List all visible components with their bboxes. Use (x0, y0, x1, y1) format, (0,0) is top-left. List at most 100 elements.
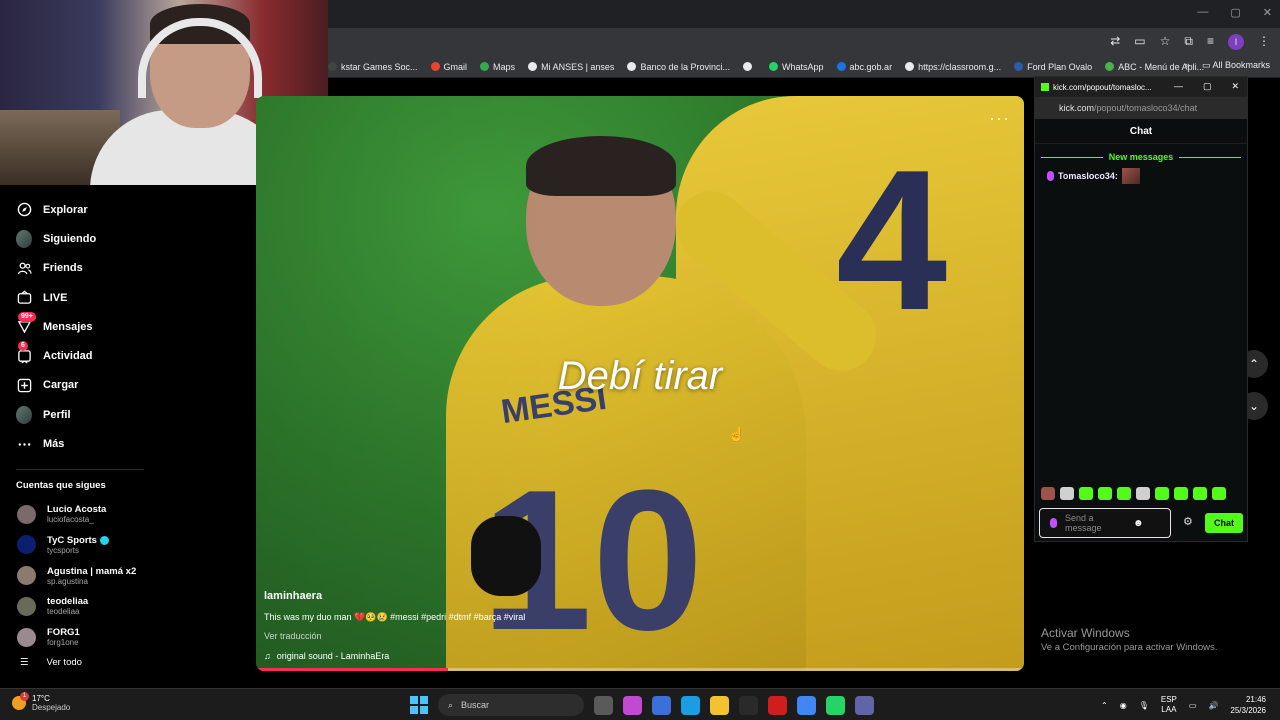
bookmark-item[interactable]: Banco de la Provinci... (627, 62, 730, 72)
more-options-icon[interactable]: ··· (989, 108, 1010, 129)
emote-icon[interactable] (1193, 487, 1207, 500)
maximize-icon[interactable]: ▢ (1230, 6, 1240, 19)
more-bookmarks-icon[interactable]: » (1185, 60, 1190, 71)
display-icon[interactable]: ▭ (1189, 701, 1197, 710)
kick-window-titlebar: kick.com/popout/tomasloc... — ▢ ✕ (1035, 77, 1247, 97)
taskbar-app-icon[interactable] (768, 695, 787, 715)
media-icon[interactable]: ≡ (1207, 34, 1214, 50)
translate-icon[interactable]: ⇄ (1110, 34, 1120, 50)
taskbar-search[interactable]: ⌕ Buscar (438, 694, 584, 716)
taskbar-app-icon[interactable] (710, 695, 729, 715)
sidebar-item-siguiendo[interactable]: Siguiendo (0, 224, 256, 253)
clock[interactable]: 21:46 25/3/2026 (1230, 694, 1266, 716)
taskbar-app-icon[interactable] (594, 695, 613, 715)
chat-settings-gear-icon[interactable]: ⚙ (1183, 515, 1193, 528)
emote-icon[interactable] (1136, 487, 1150, 500)
video-author[interactable]: laminhaera (264, 590, 764, 602)
emote-icon[interactable] (1079, 487, 1093, 500)
taskbar-app-icon[interactable] (623, 695, 642, 715)
close-icon[interactable]: ✕ (1263, 6, 1272, 19)
emote-icon[interactable] (1041, 487, 1055, 500)
menu-icon[interactable]: ⋮ (1258, 34, 1270, 50)
sidebar-item-ms[interactable]: Más (0, 429, 256, 458)
all-bookmarks-label: All Bookmarks (1212, 60, 1270, 70)
emote-icon[interactable] (1174, 487, 1188, 500)
sidebar-item-live[interactable]: LIVE (0, 283, 256, 312)
emote-icon[interactable] (1155, 487, 1169, 500)
bookmark-favicon-icon (905, 62, 915, 71)
sidebar-item-label: Perfil (43, 408, 71, 421)
cast-icon[interactable]: ▭ (1134, 34, 1145, 50)
sidebar-item-friends[interactable]: Friends (0, 254, 256, 283)
minimize-icon[interactable]: — (1174, 81, 1183, 92)
sidebar-item-actividad[interactable]: 6 Actividad (0, 341, 256, 370)
minimize-icon[interactable]: — (1197, 6, 1208, 19)
bookmark-item[interactable]: WhatsApp (769, 62, 824, 72)
bookmark-item[interactable]: Maps (480, 62, 515, 72)
sidebar-item-cargar[interactable]: Cargar (0, 371, 256, 400)
following-item[interactable]: FORG1 forg1one (0, 622, 256, 653)
translate-link[interactable]: Ver traducción (264, 631, 764, 641)
taskbar-app-icon[interactable] (826, 695, 845, 715)
emote-icon[interactable] (1060, 487, 1074, 500)
network-app-icon[interactable]: ◉ (1120, 701, 1127, 710)
sidebar-item-mensajes[interactable]: 99+ Mensajes (0, 311, 256, 341)
sidebar-item-perfil[interactable]: Perfil (0, 400, 256, 429)
bookmark-item[interactable]: Mi ANSES | anses (528, 62, 614, 72)
chevron-up-icon[interactable]: ⌃ (1101, 701, 1108, 710)
emote-icon[interactable] (1117, 487, 1131, 500)
volume-icon[interactable]: 🔊 (1208, 701, 1218, 710)
emote-icon[interactable] (1212, 487, 1226, 500)
following-item[interactable]: teodeliaa teodeliaa (0, 591, 256, 622)
language-indicator[interactable]: ESP LAA (1161, 695, 1177, 715)
notification-badge: 6 (18, 341, 28, 352)
send-chat-button[interactable]: Chat (1205, 513, 1243, 533)
kick-url-path: /popout/tomasloco34/chat (1094, 103, 1198, 113)
weather-widget[interactable]: 1 17°C Despejado (12, 692, 71, 712)
emoji-icon[interactable]: ☻ (1133, 518, 1144, 529)
bookmark-item[interactable]: Gmail (430, 62, 467, 72)
windows-start-icon[interactable] (410, 696, 428, 714)
video-sound[interactable]: ♫ original sound - LaminhaEra (264, 651, 764, 661)
taskbar-app-icon[interactable] (739, 695, 758, 715)
close-icon[interactable]: ✕ (1231, 81, 1239, 92)
following-item[interactable]: TyC Sports tycsports (0, 529, 256, 560)
emote-icon[interactable] (1098, 487, 1112, 500)
bookmark-label: kstar Games Soc... (341, 61, 418, 72)
mic-badge-icon (1047, 171, 1054, 181)
star-icon[interactable]: ☆ (1160, 34, 1171, 50)
video-progress[interactable] (256, 668, 1024, 671)
taskbar-app-icon[interactable] (797, 695, 816, 715)
profile-avatar[interactable]: I (1228, 34, 1244, 50)
chat-input[interactable]: Send a message ☻ (1039, 508, 1171, 538)
microphone-icon[interactable]: 🎙 (1139, 701, 1149, 710)
following-title: Cuentas que sigues (16, 479, 106, 491)
maximize-icon[interactable]: ▢ (1203, 81, 1212, 92)
weather-icon: 1 (12, 692, 29, 710)
following-name-row: Agustina | mamá x2 (47, 566, 136, 577)
taskbar: 1 17°C Despejado ⌕ Buscar ⌃ ◉ 🎙 ESP LAA … (0, 688, 1280, 720)
following-item[interactable]: Lucio Acosta luciofacosta_ (0, 499, 256, 530)
bookmark-item[interactable]: abc.gob.ar (836, 62, 892, 72)
weather-condition: Despejado (32, 703, 71, 712)
kick-window-title: kick.com/popout/tomasloc... (1053, 82, 1152, 92)
extensions-icon[interactable]: ⧉ (1184, 34, 1193, 50)
avatar (16, 229, 32, 248)
sidebar-item-explorar[interactable]: Explorar (0, 195, 256, 224)
all-bookmarks-button[interactable]: ▭ All Bookmarks (1202, 60, 1270, 71)
following-item[interactable]: Agustina | mamá x2 sp.agustina (0, 560, 256, 591)
bookmark-item[interactable]: Ford Plan Ovalo (1014, 62, 1092, 72)
taskbar-search-placeholder: Buscar (461, 700, 490, 710)
taskbar-app-icon[interactable] (652, 695, 671, 715)
taskbar-app-icon[interactable] (855, 695, 874, 715)
bookmark-item[interactable]: https://classroom.g... (905, 62, 1001, 72)
kick-url-bar[interactable]: kick.com/popout/tomasloco34/chat (1035, 97, 1247, 119)
taskbar-app-icon[interactable] (681, 695, 700, 715)
see-all-button[interactable]: ☰ Ver todo (0, 657, 256, 668)
video-player[interactable]: 4 MESSI 10 Debí tirar ··· laminhaera Thi… (256, 96, 1024, 671)
following-username: tycsports (47, 545, 80, 555)
chevron-up-icon: ⌃ (1248, 357, 1260, 371)
bookmark-item[interactable]: kstar Games Soc... (328, 62, 418, 72)
bookmark-item[interactable] (743, 62, 756, 71)
chat-message-user[interactable]: Tomasloco34: (1058, 171, 1118, 181)
